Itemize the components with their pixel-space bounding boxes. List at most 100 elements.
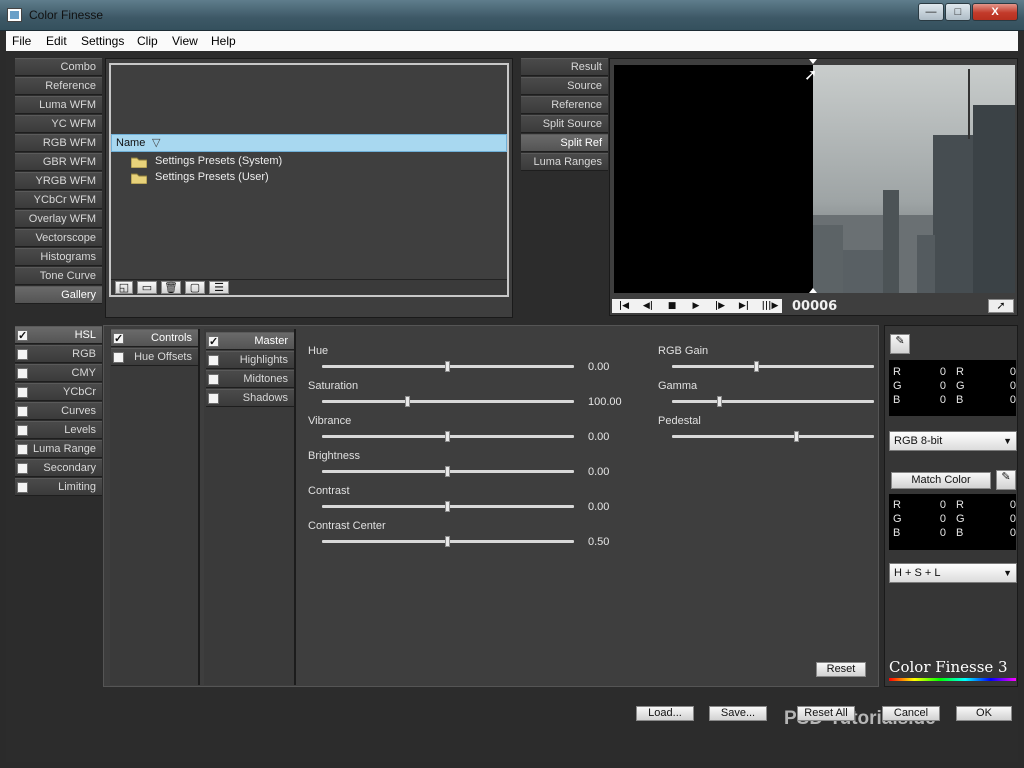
correction-tab[interactable]: Curves	[15, 402, 102, 420]
enable-checkbox[interactable]	[17, 349, 28, 360]
bit-depth-select[interactable]: RGB 8-bit ▼	[889, 431, 1017, 451]
viewer-tab[interactable]: Split Source	[521, 115, 608, 133]
split-handle-bottom-icon[interactable]	[809, 288, 817, 293]
range-subtab[interactable]: Master	[206, 332, 294, 351]
viewer-tab[interactable]: Result	[521, 58, 608, 76]
slider-thumb[interactable]	[754, 361, 759, 372]
slider-track[interactable]	[672, 435, 874, 438]
scope-tab[interactable]: Vectorscope	[15, 229, 102, 247]
go-end-icon[interactable]: ▶|	[736, 300, 752, 312]
stop-icon[interactable]: ■	[664, 300, 680, 312]
slider-thumb[interactable]	[445, 431, 450, 442]
scope-tab[interactable]: Luma WFM	[15, 96, 102, 114]
enable-checkbox[interactable]	[208, 393, 219, 404]
reset-button[interactable]: Reset	[816, 662, 866, 677]
eyedropper-icon[interactable]: ✎	[890, 334, 910, 354]
correction-tab[interactable]: Luma Range	[15, 440, 102, 458]
viewer-tab[interactable]: Reference	[521, 96, 608, 114]
scope-tab[interactable]: YRGB WFM	[15, 172, 102, 190]
slider-thumb[interactable]	[717, 396, 722, 407]
scope-tab[interactable]: YC WFM	[15, 115, 102, 133]
menu-view[interactable]: View	[172, 34, 198, 48]
slider-value[interactable]: 0.00	[588, 361, 609, 373]
enable-checkbox[interactable]	[17, 368, 28, 379]
title-bar[interactable]: Color Finesse — □ X	[0, 0, 1024, 31]
scope-tab[interactable]: Combo	[15, 58, 102, 76]
sort-arrow-icon[interactable]: ▽	[152, 136, 160, 149]
range-subtab[interactable]: Highlights	[206, 351, 294, 369]
loop-icon[interactable]: |||▶	[760, 300, 780, 312]
split-view-left[interactable]	[614, 65, 813, 293]
minimize-button[interactable]: —	[918, 3, 944, 21]
menu-clip[interactable]: Clip	[137, 34, 158, 48]
enable-checkbox[interactable]	[208, 334, 219, 351]
slider-thumb[interactable]	[445, 536, 450, 547]
step-forward-icon[interactable]: |▶	[712, 300, 728, 312]
maximize-button[interactable]: □	[945, 3, 971, 21]
enable-checkbox[interactable]	[113, 352, 124, 363]
match-color-button[interactable]: Match Color	[891, 472, 991, 489]
reference-image[interactable]	[813, 65, 1015, 293]
slider-thumb[interactable]	[405, 396, 410, 407]
trash-icon[interactable]: 🗑	[161, 281, 181, 294]
enable-checkbox[interactable]	[17, 406, 28, 417]
slider-thumb[interactable]	[445, 501, 450, 512]
correction-tab[interactable]: Limiting	[15, 478, 102, 496]
slider-thumb[interactable]	[794, 431, 799, 442]
viewer-tab[interactable]: Luma Ranges	[521, 153, 608, 171]
menu-file[interactable]: File	[12, 34, 31, 48]
footer-button[interactable]: Load...	[636, 706, 694, 721]
name-column-header[interactable]: Name ▽	[111, 134, 507, 152]
correction-tab[interactable]: YCbCr	[15, 383, 102, 401]
close-button[interactable]: X	[972, 3, 1018, 21]
enable-checkbox[interactable]	[113, 331, 124, 348]
pointer-tool-icon[interactable]: ➚	[988, 299, 1014, 313]
slider-value[interactable]: 0.00	[588, 466, 609, 478]
scope-tab[interactable]: Tone Curve	[15, 267, 102, 285]
footer-button[interactable]: Reset All	[797, 706, 855, 721]
range-subtab[interactable]: Midtones	[206, 370, 294, 388]
menu-help[interactable]: Help	[211, 34, 236, 48]
scope-tab[interactable]: Histograms	[15, 248, 102, 266]
correction-tab[interactable]: RGB	[15, 345, 102, 363]
enable-checkbox[interactable]	[17, 482, 28, 493]
slider-track[interactable]	[322, 400, 574, 403]
slider-thumb[interactable]	[445, 466, 450, 477]
enable-checkbox[interactable]	[17, 444, 28, 455]
scope-tab[interactable]: Gallery	[15, 286, 102, 304]
footer-button[interactable]: Cancel	[882, 706, 940, 721]
range-subtab[interactable]: Shadows	[206, 389, 294, 407]
play-icon[interactable]: ▶	[688, 300, 704, 312]
slider-value[interactable]: 0.00	[588, 501, 609, 513]
split-handle-top-icon[interactable]	[809, 59, 817, 64]
enable-checkbox[interactable]	[208, 355, 219, 366]
scope-tab[interactable]: Overlay WFM	[15, 210, 102, 228]
slider-value[interactable]: 0.50	[588, 536, 609, 548]
enable-checkbox[interactable]	[17, 328, 28, 345]
menu-edit[interactable]: Edit	[46, 34, 67, 48]
viewer-tab[interactable]: Split Ref	[521, 134, 608, 152]
list-icon[interactable]: ☰	[209, 281, 229, 294]
slider-value[interactable]: 0.00	[588, 431, 609, 443]
correction-tab[interactable]: Secondary	[15, 459, 102, 477]
image-icon[interactable]: ▭	[137, 281, 157, 294]
new-preset-icon[interactable]: ◱	[115, 281, 133, 294]
hsl-subtab[interactable]: Controls	[111, 329, 198, 348]
scope-tab[interactable]: YCbCr WFM	[15, 191, 102, 209]
viewer-tab[interactable]: Source	[521, 77, 608, 95]
footer-button[interactable]: Save...	[709, 706, 767, 721]
enable-checkbox[interactable]	[17, 387, 28, 398]
slider-thumb[interactable]	[445, 361, 450, 372]
correction-tab[interactable]: Levels	[15, 421, 102, 439]
slider-track[interactable]	[672, 400, 874, 403]
hsl-subtab[interactable]: Hue Offsets	[111, 348, 198, 366]
step-back-icon[interactable]: ◀|	[640, 300, 656, 312]
eyedropper-icon[interactable]: ✎	[996, 470, 1016, 490]
enable-checkbox[interactable]	[17, 463, 28, 474]
scope-tab[interactable]: GBR WFM	[15, 153, 102, 171]
enable-checkbox[interactable]	[17, 425, 28, 436]
slider-track[interactable]	[672, 365, 874, 368]
go-start-icon[interactable]: |◀	[616, 300, 632, 312]
color-mode-select[interactable]: H + S + L ▼	[889, 563, 1017, 583]
scope-tab[interactable]: Reference	[15, 77, 102, 95]
